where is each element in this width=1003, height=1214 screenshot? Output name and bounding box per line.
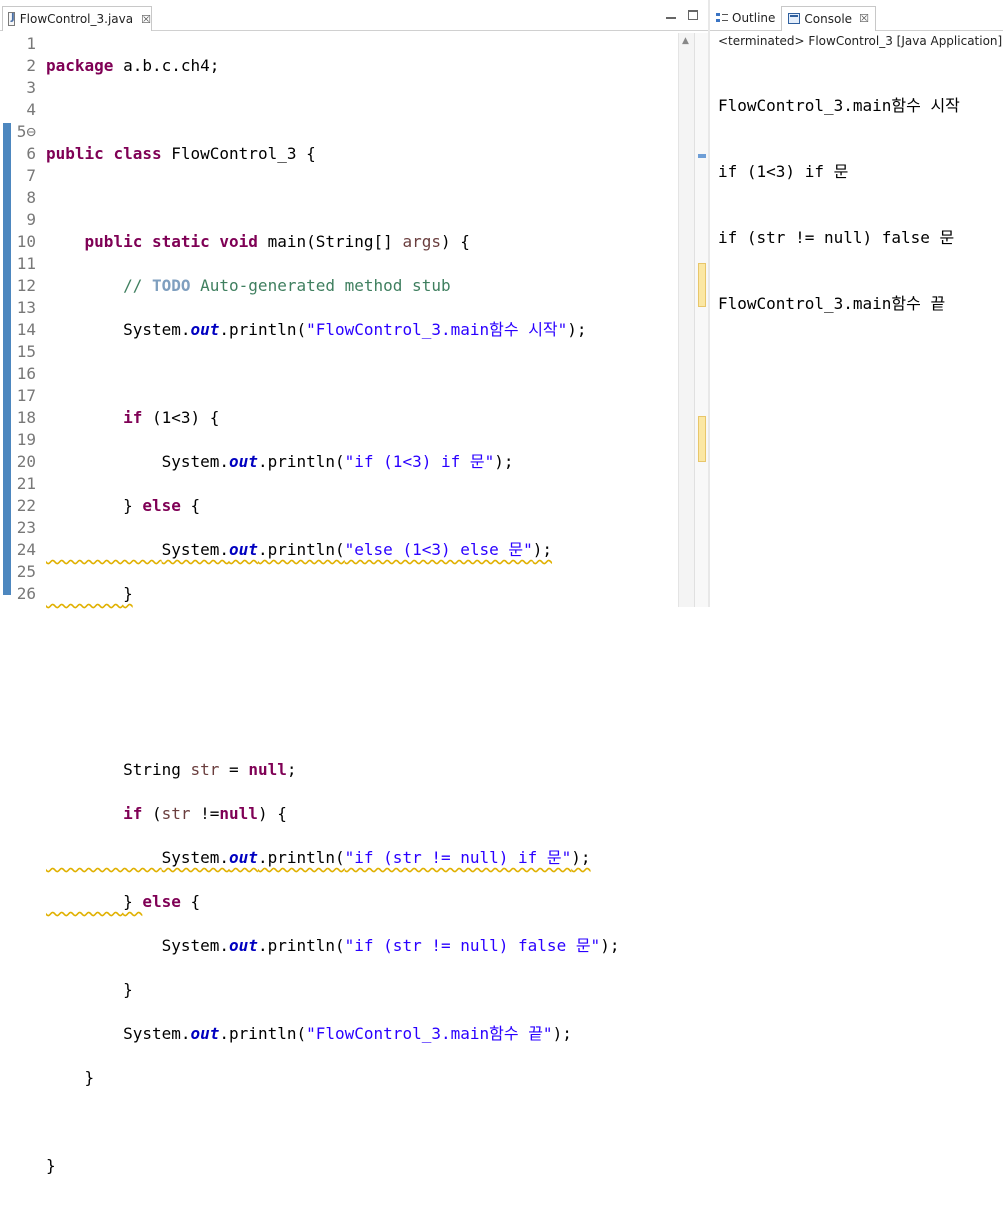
code-line-6: // TODO Auto-generated method stub	[123, 276, 451, 295]
line-number: 18	[16, 408, 36, 427]
code-line-5: public static void main(String[] args) {	[84, 232, 470, 251]
line-number: 22	[16, 496, 36, 515]
line-number: 2	[26, 56, 36, 75]
overview-annotation-mark[interactable]	[698, 154, 706, 158]
code-line-12: System.out.println("else (1<3) else 문");	[161, 540, 553, 559]
code-line-21: System.out.println("if (str != null) fal…	[161, 936, 620, 955]
overview-warning-mark[interactable]	[698, 263, 706, 307]
line-number: 9	[26, 210, 36, 229]
tab-console-label: Console	[804, 11, 853, 26]
console-icon	[788, 13, 801, 24]
code-line-23: System.out.println("FlowControl_3.main함수…	[123, 1024, 572, 1043]
line-numbers: 1 2 3 4 5⊖ 6 7 8 9 10 11 12 13 14 15 16 17 18 19 20 21 22 23 24…	[0, 33, 36, 605]
code-line-7: System.out.println("FlowControl_3.main함수…	[123, 320, 587, 339]
console-line: FlowControl_3.main함수 끝	[718, 294, 946, 313]
tab-console[interactable]: Console ☒	[781, 5, 876, 31]
line-number: 26	[16, 584, 36, 603]
close-console-icon[interactable]: ☒	[859, 12, 869, 25]
line-number: 13	[16, 298, 36, 317]
line-number: 1	[26, 34, 36, 53]
outline-icon	[716, 12, 728, 24]
line-number: 24	[16, 540, 36, 559]
console-line: if (1<3) if 문	[718, 162, 849, 181]
code-line-22: }	[123, 980, 133, 999]
code-line-24: }	[84, 1068, 95, 1087]
overview-warning-mark[interactable]	[698, 416, 706, 462]
code-line-17: String str = null;	[123, 760, 297, 779]
editor-tab-bar: FlowControl_3.java ☒	[0, 6, 708, 31]
code-line-1: package a.b.c.ch4;	[46, 56, 220, 75]
code-line-3: public class FlowControl_3 {	[46, 144, 316, 163]
code-line-13: }	[123, 584, 133, 603]
line-number: 6	[26, 144, 36, 163]
line-number: 7	[26, 166, 36, 185]
close-tab-icon[interactable]: ☒	[141, 13, 151, 26]
code-area[interactable]: package a.b.c.ch4; public class FlowCont…	[46, 33, 619, 1214]
tab-outline-label: Outline	[732, 11, 776, 25]
console-line: FlowControl_3.main함수 시작	[718, 96, 960, 115]
code-line-11: } else {	[123, 496, 201, 515]
java-file-icon	[8, 12, 15, 26]
overview-ruler[interactable]	[694, 33, 709, 607]
code-line-9: if (1<3) {	[123, 408, 220, 427]
tab-outline[interactable]: Outline	[710, 6, 781, 30]
code-line-10: System.out.println("if (1<3) if 문");	[161, 452, 514, 471]
line-number: 19	[16, 430, 36, 449]
line-number: 11	[16, 254, 36, 273]
editor-pane: FlowControl_3.java ☒ 12345⊖6789101112131…	[0, 0, 709, 1175]
line-number: 23	[16, 518, 36, 537]
line-number: 17	[16, 386, 36, 405]
view-tab-bar: Outline Console ☒	[710, 5, 1003, 31]
code-line-19: System.out.println("if (str != null) if …	[161, 848, 591, 867]
console-status: <terminated> FlowControl_3 [Java Applica…	[718, 34, 1003, 48]
code-line-26: }	[46, 1156, 56, 1175]
line-number: 5⊖	[16, 122, 36, 141]
line-number: 14	[16, 320, 36, 339]
editor-tab-flowcontrol[interactable]: FlowControl_3.java ☒	[2, 6, 152, 31]
line-number: 21	[16, 474, 36, 493]
line-number: 16	[16, 364, 36, 383]
line-number: 15	[16, 342, 36, 361]
editor-vertical-scrollbar[interactable]: ▲	[678, 33, 695, 607]
console-pane: Outline Console ☒ <terminated> FlowContr…	[710, 0, 1003, 607]
line-number: 12	[16, 276, 36, 295]
line-number: 10	[16, 232, 36, 251]
minimize-icon[interactable]	[666, 13, 676, 19]
line-number: 25	[16, 562, 36, 581]
line-number: 8	[26, 188, 36, 207]
line-number: 4	[26, 100, 36, 119]
editor-tab-label: FlowControl_3.java	[19, 12, 134, 26]
code-line-18: if (str !=null) {	[123, 804, 287, 823]
line-number: 20	[16, 452, 36, 471]
maximize-icon[interactable]	[688, 10, 698, 20]
line-number: 3	[26, 78, 36, 97]
scroll-up-icon[interactable]: ▲	[682, 36, 689, 46]
editor-window-controls	[666, 10, 698, 20]
console-output[interactable]: FlowControl_3.main함수 시작 if (1<3) if 문 if…	[718, 51, 960, 359]
code-line-20: } else {	[123, 892, 201, 911]
console-line: if (str != null) false 문	[718, 228, 955, 247]
